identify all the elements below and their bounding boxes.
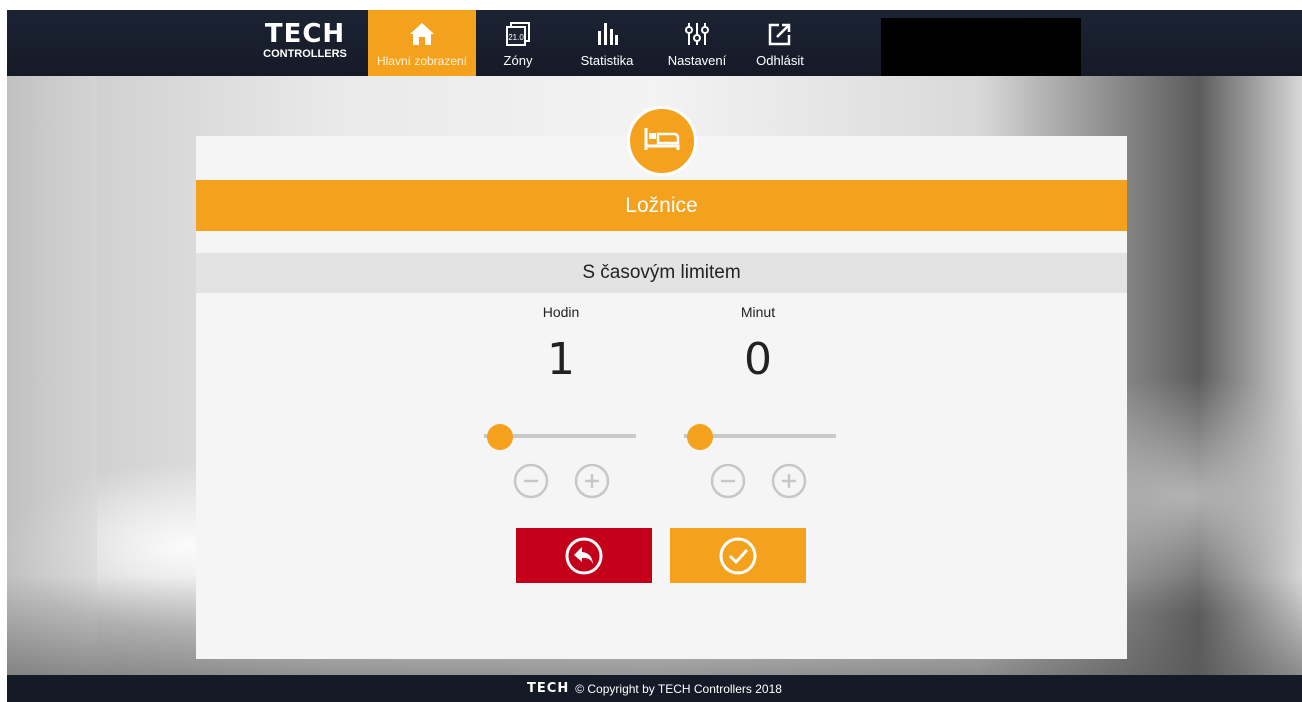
redacted-box xyxy=(881,18,1081,76)
nav-logout[interactable]: Odhlásit xyxy=(740,10,820,76)
minutes-column: Minut 0 xyxy=(678,302,838,388)
zone-title-bar: Ložnice xyxy=(196,180,1127,231)
back-arrow-icon xyxy=(565,537,603,574)
minutes-value: 0 xyxy=(744,334,772,385)
app: TECH CONTROLLERS Hlavní zobrazení 21.0 Z… xyxy=(7,10,1302,702)
nav-statistics[interactable]: Statistika xyxy=(560,10,654,76)
hours-minus-button[interactable] xyxy=(513,463,549,499)
hours-column: Hodin 1 xyxy=(481,302,641,388)
nav-settings-label: Nastavení xyxy=(667,53,727,68)
home-icon xyxy=(407,18,437,50)
mode-title: S časovým limitem xyxy=(582,262,741,283)
hours-slider-knob[interactable] xyxy=(487,424,513,450)
plus-circle-icon xyxy=(771,463,807,499)
footer: TECH © Copyright by TECH Controllers 201… xyxy=(7,675,1302,702)
logout-icon xyxy=(765,18,795,50)
statistics-icon xyxy=(592,18,622,50)
zone-name: Ložnice xyxy=(625,193,698,217)
nav-zones[interactable]: 21.0 Zóny xyxy=(476,10,560,76)
minutes-slider[interactable] xyxy=(680,424,840,450)
hours-slider[interactable] xyxy=(480,424,640,450)
nav-main-view-label: Hlavní zobrazení xyxy=(376,54,468,68)
nav-main-view[interactable]: Hlavní zobrazení xyxy=(368,10,476,76)
top-navigation-bar: TECH CONTROLLERS Hlavní zobrazení 21.0 Z… xyxy=(7,10,1302,76)
main-nav: Hlavní zobrazení 21.0 Zóny Statistika Na… xyxy=(368,10,820,76)
checkmark-icon xyxy=(719,537,757,574)
settings-sliders-icon xyxy=(682,18,712,50)
minus-circle-icon xyxy=(513,463,549,499)
nav-statistics-label: Statistika xyxy=(580,53,634,68)
zone-badge xyxy=(627,106,697,176)
logo-subtitle: CONTROLLERS xyxy=(263,48,347,60)
hours-plus-button[interactable] xyxy=(574,463,610,499)
minutes-minus-button[interactable] xyxy=(710,463,746,499)
minutes-plus-button[interactable] xyxy=(771,463,807,499)
footer-copyright: © Copyright by TECH Controllers 2018 xyxy=(575,681,782,696)
nav-zones-label: Zóny xyxy=(503,53,533,68)
bed-icon xyxy=(642,124,682,159)
tech-controllers-logo[interactable]: TECH CONTROLLERS xyxy=(257,20,353,68)
minus-circle-icon xyxy=(710,463,746,499)
mode-title-bar: S časovým limitem xyxy=(196,253,1127,293)
footer-logo: TECH xyxy=(527,681,570,696)
svg-text:21.0: 21.0 xyxy=(508,33,524,42)
zones-icon: 21.0 xyxy=(503,18,533,50)
nav-settings[interactable]: Nastavení xyxy=(654,10,740,76)
back-button[interactable] xyxy=(516,528,652,583)
logo-mark: TECH xyxy=(264,19,346,49)
minutes-label: Minut xyxy=(740,304,776,320)
minutes-slider-knob[interactable] xyxy=(687,424,713,450)
nav-logout-label: Odhlásit xyxy=(756,53,804,68)
hours-value: 1 xyxy=(547,334,575,385)
confirm-button[interactable] xyxy=(670,528,806,583)
plus-circle-icon xyxy=(574,463,610,499)
hours-label: Hodin xyxy=(542,304,580,320)
